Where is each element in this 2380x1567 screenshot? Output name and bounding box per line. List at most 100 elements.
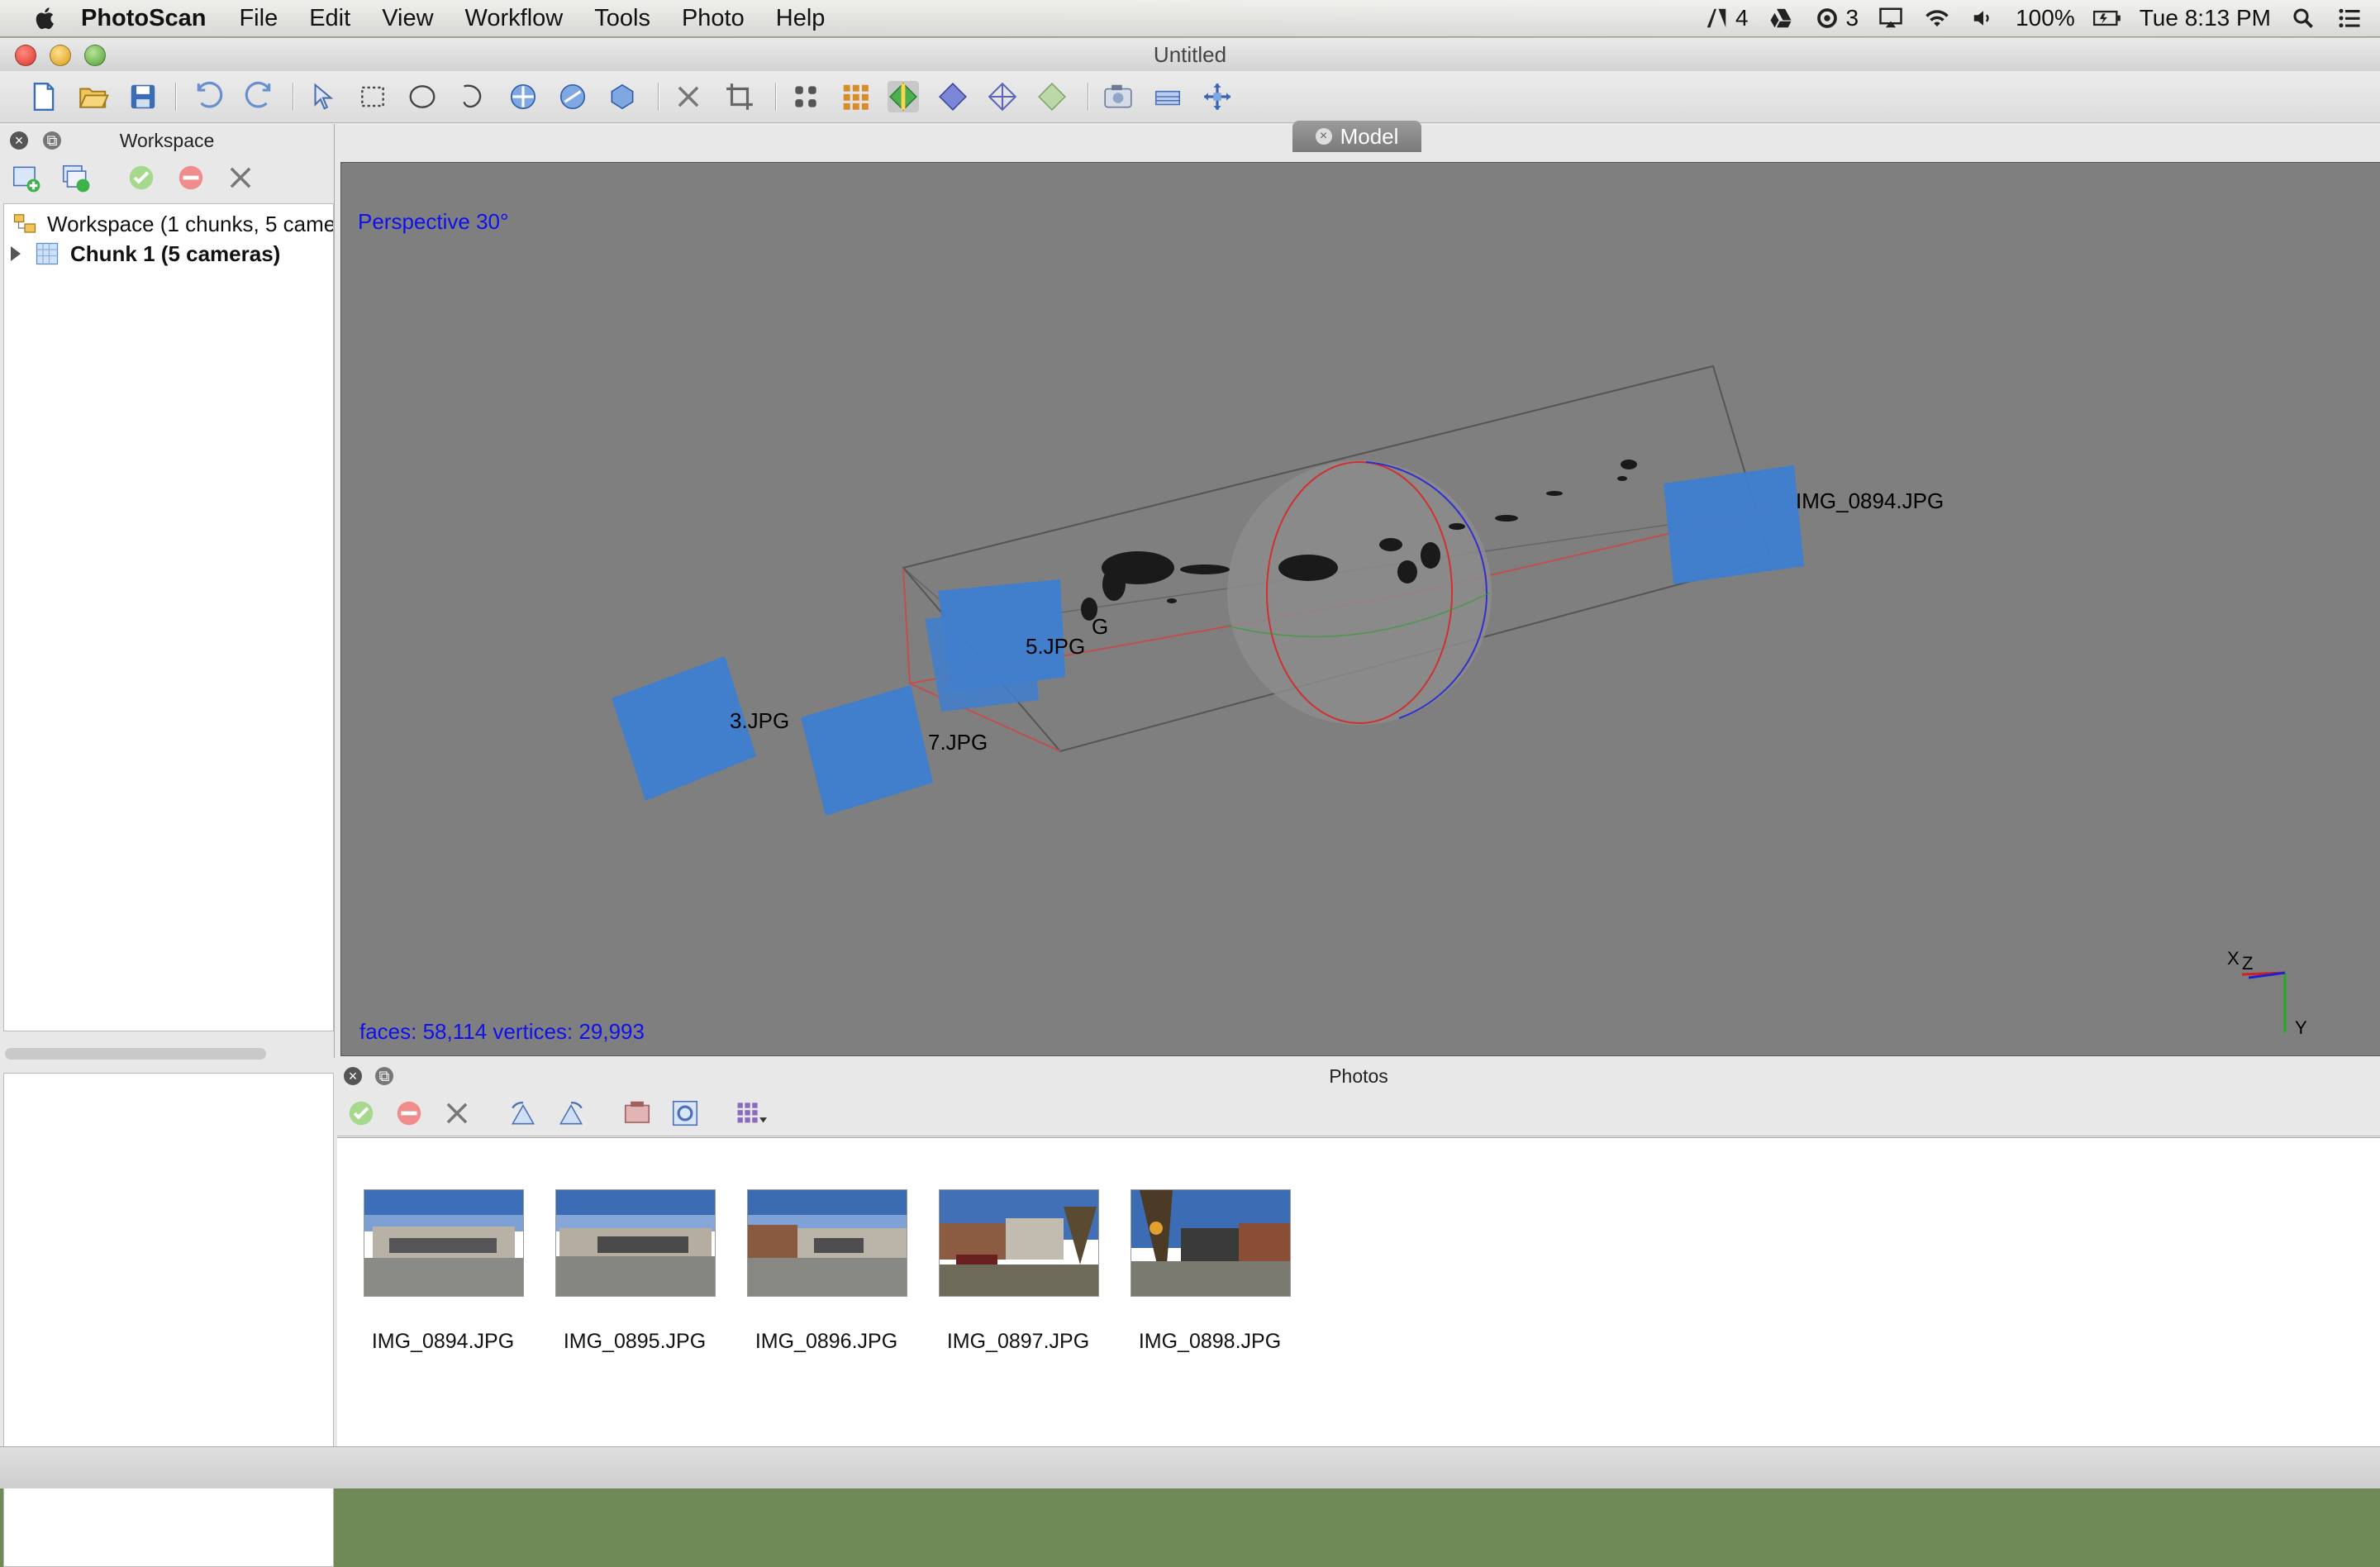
adobe-count: 4 [1735,5,1749,31]
add-chunk-icon[interactable] [10,162,41,193]
tree-workspace-root[interactable]: Workspace (1 chunks, 5 cameras) [11,209,334,239]
photo-thumbnail[interactable] [939,1189,1099,1297]
mesh-stats-label: faces: 58,114 vertices: 29,993 [359,1019,645,1044]
navigate-icon[interactable] [507,81,539,112]
camera-planes[interactable] [612,465,1804,816]
navigation-sphere[interactable] [1226,460,1492,725]
workspace-toolbar [0,159,334,198]
photoscan-window: Untitled × ⧉ Workspace Workspace (1 chun… [0,38,2380,1567]
photos-grid: IMG_0894.JPG IMG_0895.JPG IMG_0896.JPG I… [337,1137,2380,1485]
menu-app-name[interactable]: PhotoScan [81,5,206,32]
adobe-status[interactable]: 4 [1702,5,1749,31]
model-close-icon[interactable]: × [1315,128,1332,145]
menu-bar: PhotoScan File Edit View Workflow Tools … [0,0,2380,37]
toolbar-separator [775,83,777,111]
workspace-float-icon[interactable]: ⧉ [43,131,61,150]
photo-filename: IMG_0897.JPG [946,1330,1090,1353]
tree-chunk-1[interactable]: Chunk 1 (5 cameras) [11,239,280,269]
redo-icon[interactable] [243,81,274,112]
axis-y-label: Y [2295,1017,2307,1038]
menu-edit[interactable]: Edit [309,5,350,32]
battery-icon[interactable] [2092,6,2121,31]
expand-arrow-icon[interactable] [11,246,21,261]
remove-camera-icon[interactable] [441,1098,473,1129]
crop-icon[interactable] [724,81,755,112]
rotate-right-icon[interactable] [555,1098,587,1129]
model-viewport[interactable]: Perspective 30° faces: 58,114 vertices: … [340,162,2380,1056]
rotate-left-icon[interactable] [507,1098,539,1129]
photos-toolbar [337,1093,2380,1136]
photos-close-icon[interactable]: × [344,1067,362,1085]
photos-title: Photos [1329,1065,1388,1087]
camera-plane[interactable] [801,685,933,816]
spotlight-search-icon[interactable] [2289,6,2317,31]
workspace-horizontal-scrollbar[interactable] [5,1048,266,1060]
region-icon[interactable] [1152,81,1183,112]
new-icon[interactable] [28,81,60,112]
projection-label: Perspective 30° [358,209,509,234]
open-icon[interactable] [78,81,109,112]
undo-icon[interactable] [193,81,225,112]
add-photos-icon[interactable] [60,162,91,193]
menu-workflow[interactable]: Workflow [465,5,564,32]
apple-icon[interactable] [31,4,60,32]
rect-select-icon[interactable] [357,81,388,112]
photo-filename: IMG_0898.JPG [1138,1330,1282,1353]
rotate-object-icon[interactable] [557,81,588,112]
menu-photo[interactable]: Photo [682,5,745,32]
camera-icon[interactable] [1102,81,1134,112]
circle-select-icon[interactable] [407,81,438,112]
disable-icon[interactable] [175,162,207,193]
window-close-button[interactable] [15,45,36,66]
workspace-close-icon[interactable]: × [10,131,28,150]
model-solid-icon[interactable] [888,81,919,112]
photo-thumbnail[interactable] [555,1189,716,1297]
remove-icon[interactable] [225,162,256,193]
move-object-icon[interactable] [607,81,638,112]
model-tab-label: Model [1340,123,1399,149]
free-select-icon[interactable] [456,81,488,112]
menu-file[interactable]: File [239,5,278,32]
photos-float-icon[interactable]: ⧉ [375,1067,393,1085]
tree-workspace-label: Workspace (1 chunks, 5 cameras) [47,211,334,236]
photo-thumbnail[interactable] [1130,1189,1291,1297]
reset-filter-icon[interactable] [669,1098,701,1129]
disable-camera-icon[interactable] [393,1098,425,1129]
airplay-icon[interactable] [1877,6,1905,31]
photo-thumbnail[interactable] [364,1189,524,1297]
photo-thumbnail[interactable] [747,1189,907,1297]
pointer-icon[interactable] [307,81,339,112]
volume-icon[interactable] [1969,6,1997,31]
dense-cloud-icon[interactable] [840,81,871,112]
save-icon[interactable] [127,81,159,112]
photo-filename: IMG_0894.JPG [371,1330,515,1353]
view-mode-icon[interactable] [735,1098,767,1129]
model-shaded-icon[interactable] [937,81,969,112]
reset-view-icon[interactable] [1202,81,1233,112]
window-title: Untitled [1153,41,1227,67]
camera-label: G [1092,614,1109,639]
menu-help[interactable]: Help [776,5,826,32]
workspace-properties-pane [3,1073,334,1567]
enable-icon[interactable] [126,162,157,193]
mask-icon[interactable] [621,1098,653,1129]
enable-camera-icon[interactable] [345,1098,377,1129]
window-zoom-button[interactable] [84,45,106,66]
camera-plane[interactable] [925,606,1039,712]
model-textured-icon[interactable] [1036,81,1068,112]
menu-tools[interactable]: Tools [594,5,650,32]
notification-center-icon[interactable] [2335,6,2363,31]
menu-clock[interactable]: Tue 8:13 PM [2140,5,2271,31]
camera-plane[interactable] [1664,465,1804,584]
wifi-icon[interactable] [1923,6,1951,31]
delete-icon[interactable] [673,81,704,112]
window-titlebar[interactable]: Untitled [0,38,2380,71]
model-tab[interactable]: × Model [1292,121,1421,152]
menu-view[interactable]: View [382,5,433,32]
window-minimize-button[interactable] [50,45,71,66]
creative-cloud-status[interactable]: 3 [1813,5,1859,31]
point-cloud-icon[interactable] [790,81,821,112]
photos-panel: × ⧉ Photos IMG_0894.JPG IMG_0895.JPG IMG… [337,1061,2380,1485]
model-wireframe-icon[interactable] [987,81,1018,112]
google-drive-icon[interactable] [1767,6,1795,31]
